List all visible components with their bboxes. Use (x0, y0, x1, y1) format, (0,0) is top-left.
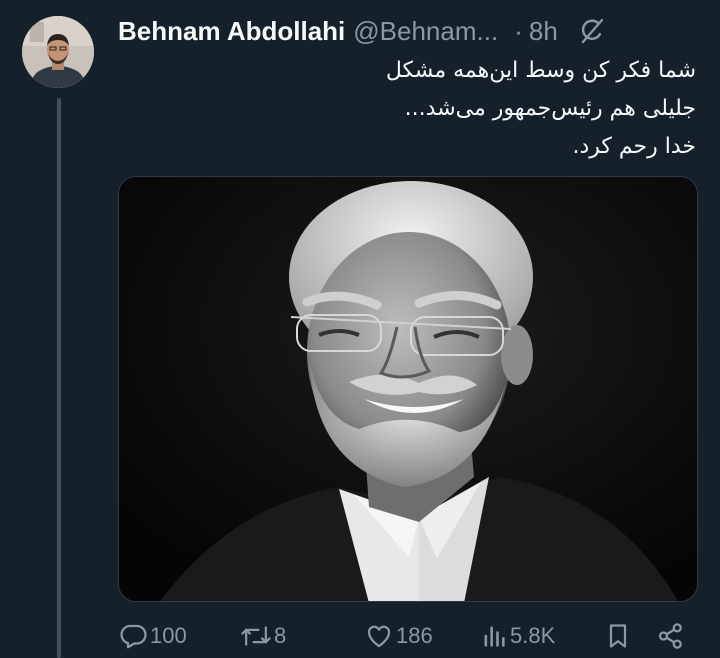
retweet-button[interactable]: 8 (240, 618, 286, 654)
grok-icon[interactable] (578, 17, 606, 45)
share-button[interactable] (656, 618, 688, 654)
display-name[interactable]: Behnam Abdollahi (118, 16, 345, 47)
separator-dot: · (514, 15, 523, 46)
like-count: 186 (396, 623, 433, 648)
action-bar: 100 8 186 5.8K (118, 618, 706, 654)
user-handle[interactable]: @Behnam... (353, 16, 498, 47)
reply-count: 100 (150, 623, 187, 648)
portrait-photo (119, 177, 697, 601)
tweet-text-line: خدا رحم کرد. (572, 134, 696, 159)
like-button[interactable]: 186 (364, 618, 433, 654)
retweet-count: 8 (274, 623, 287, 648)
views-button[interactable]: 5.8K (480, 618, 555, 654)
reply-button[interactable]: 100 (118, 618, 187, 654)
avatar[interactable] (22, 16, 94, 88)
tweet-text: شما فکر کن وسط این‌همه مشکل جلیلی هم رئی… (118, 52, 696, 166)
heart-icon (367, 625, 391, 648)
avatar-image (22, 16, 94, 88)
tweet-media[interactable] (118, 176, 698, 602)
bar-chart-icon (484, 626, 505, 647)
tweet-header: Behnam Abdollahi @Behnam... · 8h (118, 14, 706, 48)
bookmark-button[interactable] (604, 618, 634, 654)
tweet-text-line: جلیلی هم رئیس‌جمهور می‌شد... (404, 96, 696, 121)
timestamp[interactable]: 8h (529, 16, 558, 47)
view-count: 5.8K (510, 623, 556, 648)
bookmark-icon (609, 624, 627, 648)
comment-icon (120, 624, 147, 649)
tweet-text-line: شما فکر کن وسط این‌همه مشکل (385, 58, 696, 83)
share-icon (658, 623, 682, 649)
retweet-icon (241, 626, 271, 646)
thread-line (57, 98, 61, 658)
